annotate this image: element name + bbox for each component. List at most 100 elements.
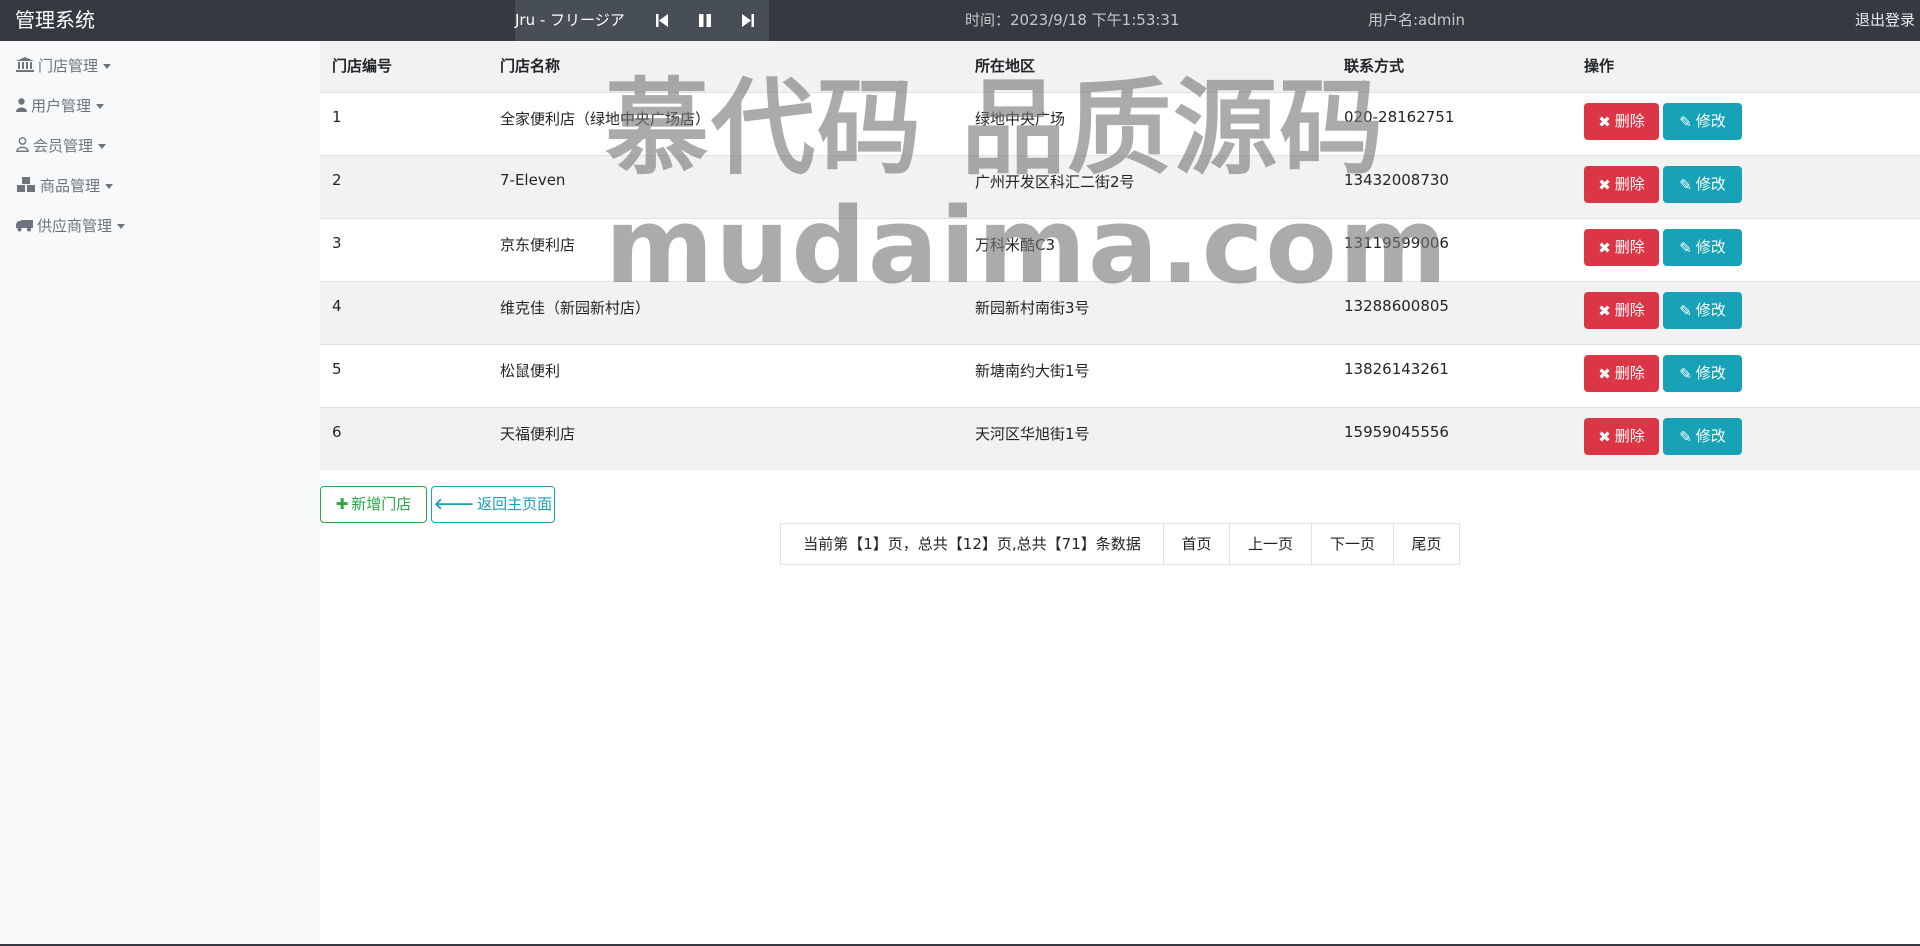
user-outline-icon xyxy=(16,135,29,159)
header-contact: 联系方式 xyxy=(1344,57,1405,75)
edit-icon: ✎ xyxy=(1679,113,1692,131)
cell-store-id: 1 xyxy=(332,108,342,126)
cubes-icon xyxy=(16,175,36,199)
delete-button[interactable]: ✖ 删除 xyxy=(1584,292,1659,329)
truck-icon xyxy=(16,215,33,239)
edit-icon: ✎ xyxy=(1679,428,1692,446)
cell-region: 万科米酷C3 xyxy=(975,236,1056,254)
logout-link[interactable]: 退出登录 xyxy=(1855,0,1915,41)
delete-button[interactable]: ✖ 删除 xyxy=(1584,418,1659,455)
cell-phone: 13288600805 xyxy=(1344,297,1449,315)
delete-label: 删除 xyxy=(1614,364,1645,382)
cell-store-name: 松鼠便利 xyxy=(500,362,561,380)
edit-label: 修改 xyxy=(1695,364,1726,382)
cell-store-id: 2 xyxy=(332,171,342,189)
header-actions: 操作 xyxy=(1584,57,1615,75)
edit-button[interactable]: ✎ 修改 xyxy=(1663,418,1742,455)
delete-label: 删除 xyxy=(1614,301,1645,319)
delete-button[interactable]: ✖ 删除 xyxy=(1584,355,1659,392)
table-header: 门店编号 门店名称 所在地区 联系方式 操作 xyxy=(320,41,1920,92)
cell-region: 广州开发区科汇二街2号 xyxy=(975,173,1135,191)
last-page-button[interactable]: 尾页 xyxy=(1393,523,1460,565)
cell-phone: 020-28162751 xyxy=(1344,108,1455,126)
top-navbar: 管理系统 Jru - フリージア 时间：2023/9/18 下午1:53:31 … xyxy=(0,0,1920,41)
prev-page-button[interactable]: 上一页 xyxy=(1229,523,1312,565)
sidebar-item-label: 门店管理 xyxy=(38,57,99,75)
sidebar-item-member[interactable]: 会员管理 xyxy=(16,134,107,159)
delete-label: 删除 xyxy=(1614,175,1645,193)
cell-phone: 13119599006 xyxy=(1344,234,1449,252)
sidebar-item-label: 商品管理 xyxy=(40,177,101,195)
delete-label: 删除 xyxy=(1614,112,1645,130)
delete-label: 删除 xyxy=(1614,238,1645,256)
cell-store-name: 京东便利店 xyxy=(500,236,576,254)
table-row: 5 松鼠便利 新塘南约大街1号 13826143261 ✖ 删除 ✎ 修改 xyxy=(320,344,1920,407)
username-label: 用户名:admin xyxy=(1368,11,1466,29)
caret-down-icon xyxy=(105,184,114,189)
close-icon: ✖ xyxy=(1598,176,1611,194)
cell-phone: 15959045556 xyxy=(1344,423,1449,441)
first-page-button[interactable]: 首页 xyxy=(1163,523,1230,565)
delete-button[interactable]: ✖ 删除 xyxy=(1584,103,1659,140)
delete-label: 删除 xyxy=(1614,427,1645,445)
header-store-name: 门店名称 xyxy=(500,57,561,75)
edit-button[interactable]: ✎ 修改 xyxy=(1663,166,1742,203)
skip-back-icon[interactable] xyxy=(655,12,673,29)
delete-button[interactable]: ✖ 删除 xyxy=(1584,229,1659,266)
table-row: 1 全家便利店（绿地中央广场店） 绿地中央广场 020-28162751 ✖ 删除 ✎ 修改 xyxy=(320,92,1920,155)
cell-store-id: 6 xyxy=(332,423,342,441)
sidebar-item-store[interactable]: 门店管理 xyxy=(16,54,112,79)
caret-down-icon xyxy=(117,224,126,229)
edit-label: 修改 xyxy=(1695,175,1726,193)
cell-store-id: 4 xyxy=(332,297,342,315)
current-time: 时间：2023/9/18 下午1:53:31 xyxy=(965,11,1180,29)
table-row: 4 维克佳（新园新村店） 新园新村南街3号 13288600805 ✖ 删除 ✎ 修改 xyxy=(320,281,1920,344)
close-icon: ✖ xyxy=(1598,302,1611,320)
caret-down-icon xyxy=(98,144,107,149)
bank-icon xyxy=(16,55,34,79)
edit-icon: ✎ xyxy=(1679,176,1692,194)
header-store-id: 门店编号 xyxy=(332,57,393,75)
next-page-button[interactable]: 下一页 xyxy=(1311,523,1394,565)
edit-button[interactable]: ✎ 修改 xyxy=(1663,229,1742,266)
edit-button[interactable]: ✎ 修改 xyxy=(1663,355,1742,392)
sidebar-item-product[interactable]: 商品管理 xyxy=(16,174,114,199)
close-icon: ✖ xyxy=(1598,428,1611,446)
add-store-button[interactable]: ✚ 新增门店 xyxy=(320,486,427,523)
sidebar: 门店管理 用户管理 会员管理 商品管理 供应商管理 xyxy=(0,41,320,946)
close-icon: ✖ xyxy=(1598,239,1611,257)
sidebar-item-label: 会员管理 xyxy=(33,137,94,155)
page-info: 当前第【1】页，总共【12】页,总共【71】条数据 xyxy=(780,523,1164,565)
edit-button[interactable]: ✎ 修改 xyxy=(1663,103,1742,140)
cell-phone: 13432008730 xyxy=(1344,171,1449,189)
sidebar-item-user[interactable]: 用户管理 xyxy=(16,94,105,118)
sidebar-item-label: 供应商管理 xyxy=(37,217,113,235)
cell-store-name: 7-Eleven xyxy=(500,171,566,189)
caret-down-icon xyxy=(103,64,112,69)
edit-button[interactable]: ✎ 修改 xyxy=(1663,292,1742,329)
edit-label: 修改 xyxy=(1695,427,1726,445)
table-row: 6 天福便利店 天河区华旭街1号 15959045556 ✖ 删除 ✎ 修改 xyxy=(320,407,1920,470)
store-table: 门店编号 门店名称 所在地区 联系方式 操作 1 全家便利店（绿地中央广场店） 绿地… xyxy=(320,41,1920,470)
back-home-button[interactable]: 🡐 返回主页面 xyxy=(431,486,555,523)
edit-label: 修改 xyxy=(1695,301,1726,319)
cell-store-name: 维克佳（新园新村店） xyxy=(500,299,651,317)
table-body: 1 全家便利店（绿地中央广场店） 绿地中央广场 020-28162751 ✖ 删除 ✎ 修改 2… xyxy=(320,92,1920,470)
skip-forward-icon[interactable] xyxy=(741,12,759,29)
cell-region: 绿地中央广场 xyxy=(975,110,1066,128)
cell-region: 新园新村南街3号 xyxy=(975,299,1090,317)
cell-store-name: 全家便利店（绿地中央广场店） xyxy=(500,110,711,128)
delete-button[interactable]: ✖ 删除 xyxy=(1584,166,1659,203)
sidebar-item-label: 用户管理 xyxy=(31,97,92,115)
table-row: 2 7-Eleven 广州开发区科汇二街2号 13432008730 ✖ 删除 ✎ 修改 xyxy=(320,155,1920,218)
table-row: 3 京东便利店 万科米酷C3 13119599006 ✖ 删除 ✎ 修改 xyxy=(320,218,1920,281)
header-region: 所在地区 xyxy=(975,57,1036,75)
sidebar-item-supplier[interactable]: 供应商管理 xyxy=(16,214,126,239)
song-title: Jru - フリージア xyxy=(515,11,625,29)
cell-region: 新塘南约大街1号 xyxy=(975,362,1090,380)
edit-icon: ✎ xyxy=(1679,302,1692,320)
cell-store-name: 天福便利店 xyxy=(500,425,576,443)
pause-icon[interactable] xyxy=(697,12,715,29)
add-store-label: 新增门店 xyxy=(351,495,412,513)
cell-store-id: 5 xyxy=(332,360,342,378)
